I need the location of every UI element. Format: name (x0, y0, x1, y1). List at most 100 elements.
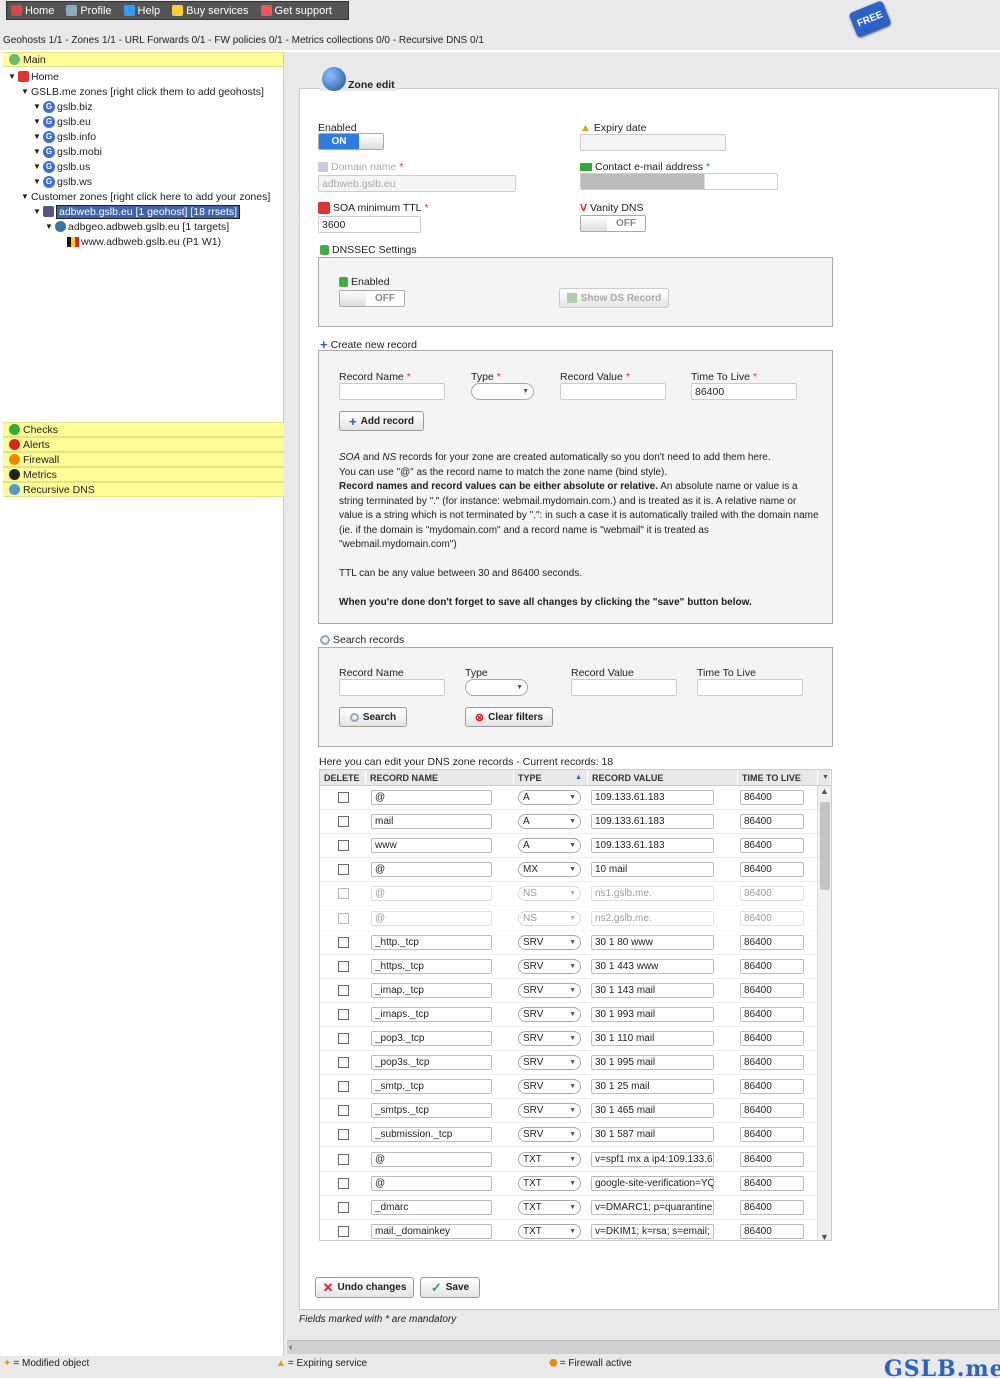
delete-checkbox[interactable] (338, 1177, 349, 1189)
record-value-input[interactable]: 109.133.61.183 (591, 838, 714, 854)
contact-email-input[interactable] (580, 173, 778, 190)
sidebar-main-header[interactable]: Main (3, 52, 283, 67)
record-name-input[interactable]: mail (371, 814, 492, 830)
delete-checkbox[interactable] (338, 792, 349, 803)
record-type-select[interactable]: SRV ▼ (518, 1079, 581, 1095)
create-record-value-input[interactable] (560, 383, 666, 400)
record-ttl-input[interactable]: 86400 (740, 838, 804, 854)
record-name-input[interactable]: @ (371, 790, 492, 805)
tree-node-gslb-zone[interactable]: ▼ Ggslb.biz (3, 99, 283, 114)
menu-item-help[interactable]: Help (123, 5, 160, 17)
sidebar-section-metrics[interactable]: Metrics (3, 467, 284, 482)
record-type-select[interactable]: SRV ▼ (518, 1031, 581, 1046)
tree-node-home[interactable]: ▼ Home (3, 69, 283, 84)
add-record-button[interactable]: + Add record (339, 411, 424, 431)
record-type-select[interactable]: A ▼ (518, 790, 581, 805)
record-value-input[interactable]: v=DMARC1; p=quarantine; (591, 1199, 714, 1215)
record-name-input[interactable]: _imap._tcp (371, 982, 492, 998)
record-value-input[interactable]: 30 1 25 mail (591, 1079, 714, 1095)
delete-checkbox[interactable] (338, 1201, 349, 1213)
save-button[interactable]: ✓ Save (420, 1277, 480, 1298)
record-ttl-input[interactable]: 86400 (740, 1151, 804, 1167)
free-badge[interactable]: FREE (848, 0, 892, 38)
delete-checkbox[interactable] (338, 1033, 349, 1044)
record-type-select[interactable]: TXT ▼ (518, 1151, 581, 1167)
record-ttl-input[interactable]: 86400 (740, 1175, 804, 1191)
record-value-input[interactable]: 30 1 110 mail (591, 1031, 714, 1046)
record-type-select[interactable]: MX ▼ (518, 862, 581, 878)
create-ttl-input[interactable]: 86400 (691, 383, 797, 400)
clear-filters-button[interactable]: ⊗ Clear filters (465, 707, 553, 727)
expand-toggle-icon[interactable]: ▼ (33, 102, 41, 111)
tree-node-gslb-zone[interactable]: ▼ Ggslb.ws (3, 174, 283, 189)
record-name-input[interactable]: _https._tcp (371, 958, 492, 974)
search-type-select[interactable]: ▼ (465, 679, 528, 696)
delete-checkbox[interactable] (338, 864, 349, 876)
record-value-input[interactable]: 30 1 143 mail (591, 982, 714, 998)
header-type[interactable]: TYPE ▲ (514, 770, 588, 785)
record-value-input[interactable]: 30 1 465 mail (591, 1103, 714, 1119)
record-type-select[interactable]: TXT ▼ (518, 1175, 581, 1191)
tree-node-geohost[interactable]: ▼ adbgeo.adbweb.gslb.eu [1 targets] (3, 219, 283, 234)
expand-toggle-icon[interactable]: ▼ (21, 87, 29, 96)
record-name-input[interactable]: _imaps._tcp (371, 1006, 492, 1022)
tree-node-gslb-zone[interactable]: ▼ Ggslb.info (3, 129, 283, 144)
create-record-name-input[interactable] (339, 383, 445, 400)
record-type-select[interactable]: SRV ▼ (518, 982, 581, 998)
record-value-input[interactable]: 109.133.61.183 (591, 814, 714, 830)
record-ttl-input[interactable]: 86400 (740, 1199, 804, 1215)
record-value-input[interactable]: v=DKIM1; k=rsa; s=email; p (591, 1223, 714, 1239)
record-name-input[interactable]: _pop3._tcp (371, 1031, 492, 1046)
record-type-select[interactable]: SRV ▼ (518, 1127, 581, 1143)
record-ttl-input[interactable]: 86400 (740, 1103, 804, 1119)
expand-toggle-icon[interactable]: ▼ (21, 192, 29, 201)
record-type-select[interactable]: TXT ▼ (518, 1223, 581, 1239)
expand-toggle-icon[interactable]: ▼ (33, 207, 41, 216)
record-ttl-input[interactable]: 86400 (740, 1223, 804, 1239)
record-value-input[interactable]: 30 1 993 mail (591, 1006, 714, 1022)
record-value-input[interactable]: 30 1 587 mail (591, 1127, 714, 1143)
record-type-select[interactable]: SRV ▼ (518, 1103, 581, 1119)
column-menu-icon[interactable]: ▼ (818, 770, 831, 785)
delete-checkbox[interactable] (338, 1105, 349, 1117)
record-type-select[interactable]: SRV ▼ (518, 1006, 581, 1022)
delete-checkbox[interactable] (338, 936, 349, 948)
expand-toggle-icon[interactable]: ▼ (33, 177, 41, 186)
record-value-input[interactable]: 30 1 80 www (591, 934, 714, 950)
record-value-input[interactable]: 109.133.61.183 (591, 790, 714, 805)
delete-checkbox[interactable] (338, 1057, 349, 1069)
expand-toggle-icon[interactable]: ▼ (45, 222, 53, 231)
delete-checkbox[interactable] (338, 1225, 349, 1237)
tree-node-gslb-zone[interactable]: ▼ Ggslb.eu (3, 114, 283, 129)
tree-node-gslb-zone[interactable]: ▼ Ggslb.mobi (3, 144, 283, 159)
search-value-input[interactable] (571, 679, 677, 696)
delete-checkbox[interactable] (338, 960, 349, 972)
delete-checkbox[interactable] (338, 816, 349, 828)
record-type-select[interactable]: A ▼ (518, 814, 581, 830)
delete-checkbox[interactable] (338, 840, 349, 852)
tree-node-gslb-zone[interactable]: ▼ Ggslb.us (3, 159, 283, 174)
header-ttl[interactable]: TIME TO LIVE (738, 770, 818, 785)
record-type-select[interactable]: SRV ▼ (518, 934, 581, 950)
expand-toggle-icon[interactable]: ▼ (33, 162, 41, 171)
tree-node-target[interactable]: www.adbweb.gslb.eu (P1 W1) (3, 234, 283, 249)
delete-checkbox[interactable] (338, 1129, 349, 1141)
sidebar-section-checks[interactable]: Checks (3, 422, 284, 437)
record-type-select[interactable]: SRV ▼ (518, 958, 581, 974)
record-ttl-input[interactable]: 86400 (740, 862, 804, 878)
scroll-thumb[interactable] (820, 802, 830, 890)
record-name-input[interactable]: _smtps._tcp (371, 1103, 492, 1119)
delete-checkbox[interactable] (338, 1081, 349, 1093)
record-ttl-input[interactable]: 86400 (740, 1127, 804, 1143)
horizontal-scrollbar[interactable]: ‹ (287, 1340, 1000, 1354)
delete-checkbox[interactable] (338, 984, 349, 996)
record-value-input[interactable]: 10 mail (591, 862, 714, 878)
record-name-input[interactable]: _pop3s._tcp (371, 1055, 492, 1071)
create-type-select[interactable]: ▼ (471, 383, 534, 400)
record-ttl-input[interactable]: 86400 (740, 1055, 804, 1071)
record-value-input[interactable]: 30 1 443 www (591, 958, 714, 974)
menu-item-home[interactable]: Home (11, 5, 54, 17)
tree-node-gslb-zones[interactable]: ▼ GSLB.me zones [right click them to add… (3, 84, 283, 99)
vanity-dns-toggle[interactable]: OFF (580, 215, 646, 232)
tree-node-customer-zones[interactable]: ▼ Customer zones [right click here to ad… (3, 189, 283, 204)
